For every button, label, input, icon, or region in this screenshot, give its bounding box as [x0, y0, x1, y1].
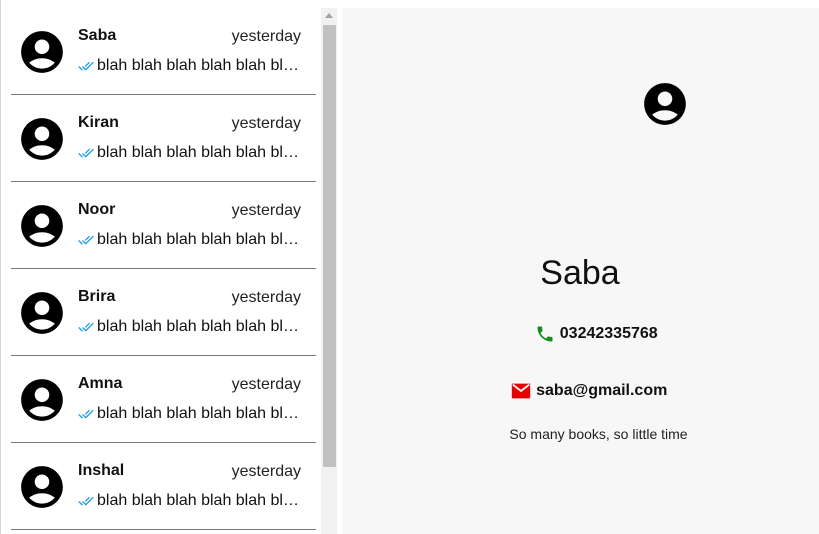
avatar-icon — [21, 292, 63, 334]
chat-list-item[interactable]: Inshal yesterday blah blah blah blah bla… — [11, 443, 316, 530]
contact-email-row: saba@gmail.com — [350, 381, 819, 401]
contact-email: saba@gmail.com — [536, 382, 668, 399]
avatar-icon — [21, 118, 63, 160]
double-check-icon — [78, 61, 94, 71]
chat-time: yesterday — [231, 115, 301, 132]
avatar-icon — [21, 31, 63, 73]
chat-name: Saba — [78, 27, 117, 44]
chat-name: Inshal — [78, 462, 125, 479]
chat-name: Kiran — [78, 114, 119, 131]
mail-icon — [511, 383, 530, 399]
chat-preview: blah blah blah blah blah blah blah — [97, 231, 302, 248]
chat-preview: blah blah blah blah blah blah blah — [97, 57, 302, 74]
chat-preview: blah blah blah blah blah blah blah — [97, 144, 302, 161]
scrollbar-thumb[interactable] — [323, 25, 336, 467]
contact-detail-panel: Saba 03242335768 saba@gmail.com So many … — [342, 8, 819, 534]
messenger-app: Saba yesterday blah blah blah blah blah … — [0, 0, 819, 534]
contact-phone: 03242335768 — [559, 325, 658, 342]
avatar-icon — [21, 466, 63, 508]
chat-name: Noor — [78, 201, 116, 218]
chat-list-item[interactable]: Kiran yesterday blah blah blah blah blah… — [11, 95, 316, 182]
avatar-icon — [21, 379, 63, 421]
chat-name: Amna — [78, 375, 123, 392]
avatar-icon — [644, 83, 686, 125]
phone-icon — [537, 326, 553, 342]
double-check-icon — [78, 235, 94, 245]
double-check-icon — [78, 409, 94, 419]
contact-phone-row: 03242335768 — [358, 324, 819, 344]
chat-preview: blah blah blah blah blah blah blah — [97, 492, 302, 509]
chat-preview: blah blah blah blah blah blah blah — [97, 318, 302, 335]
chat-time: yesterday — [231, 463, 301, 480]
scroll-up-arrow-icon[interactable] — [321, 8, 337, 24]
chat-list-item[interactable]: Amna yesterday blah blah blah blah blah … — [11, 356, 316, 443]
double-check-icon — [78, 322, 94, 332]
chat-time: yesterday — [231, 202, 301, 219]
chat-time: yesterday — [231, 28, 301, 45]
chat-list-item[interactable]: Saba yesterday blah blah blah blah blah … — [11, 8, 316, 95]
chat-time: yesterday — [231, 376, 301, 393]
avatar-icon — [21, 205, 63, 247]
double-check-icon — [78, 148, 94, 158]
contact-name: Saba — [540, 254, 620, 292]
chat-preview: blah blah blah blah blah blah blah — [97, 405, 302, 422]
double-check-icon — [78, 496, 94, 506]
chat-name: Brira — [78, 288, 116, 305]
contact-status: So many books, so little time — [509, 426, 688, 442]
